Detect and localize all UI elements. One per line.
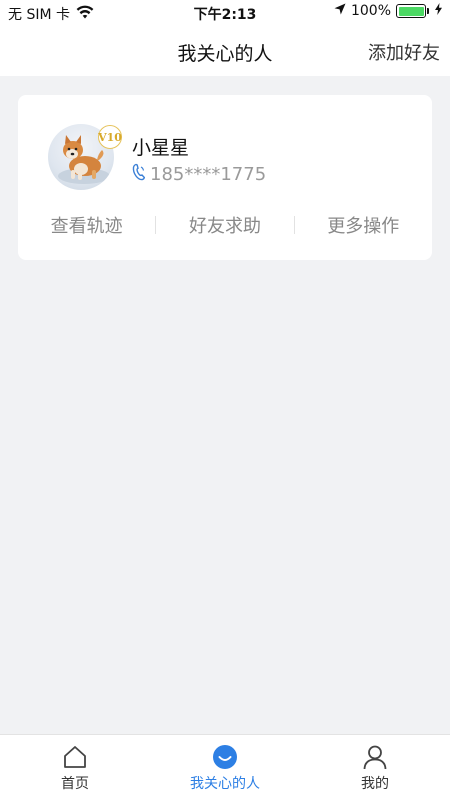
- battery-percent: 100%: [350, 3, 391, 19]
- phone-icon: [132, 163, 146, 186]
- battery-fill: [398, 6, 424, 16]
- friend-card[interactable]: V10 小星星 185****1775 查看轨迹 好友求助 更多操作: [18, 95, 432, 260]
- view-track-button[interactable]: 查看轨迹: [18, 212, 155, 238]
- friend-name: 小星星: [132, 137, 190, 159]
- tab-home[interactable]: 首页: [0, 735, 150, 800]
- charging-bolt-icon: [435, 3, 442, 19]
- tab-mine-label: 我的: [361, 776, 389, 792]
- status-right: 100%: [334, 3, 442, 19]
- battery-icon: [396, 4, 429, 18]
- phone-number: 185****1775: [150, 164, 267, 185]
- friend-actions: 查看轨迹 好友求助 更多操作: [18, 205, 432, 245]
- friend-help-button[interactable]: 好友求助: [156, 212, 293, 238]
- screen: 无 SIM 卡 下午2:13 100% 我关心的人 添加好友 V10 小星星 1…: [0, 0, 450, 800]
- location-arrow-icon: [334, 3, 346, 19]
- vip-badge-icon: V10: [98, 125, 122, 149]
- phone-row[interactable]: 185****1775: [132, 163, 266, 186]
- tab-home-label: 首页: [61, 776, 89, 792]
- more-actions-button[interactable]: 更多操作: [295, 212, 432, 238]
- smile-icon: [212, 743, 238, 771]
- add-friend-button[interactable]: 添加好友: [368, 39, 440, 65]
- tab-bar: 首页 我关心的人 我的: [0, 734, 450, 800]
- tab-my-care[interactable]: 我关心的人: [150, 735, 300, 800]
- person-icon: [362, 743, 388, 771]
- tab-mine[interactable]: 我的: [300, 735, 450, 800]
- tab-my-care-label: 我关心的人: [190, 776, 260, 792]
- home-icon: [62, 743, 88, 771]
- nav-bar: 我关心的人 添加好友: [0, 26, 450, 76]
- status-bar: 无 SIM 卡 下午2:13 100%: [0, 0, 450, 26]
